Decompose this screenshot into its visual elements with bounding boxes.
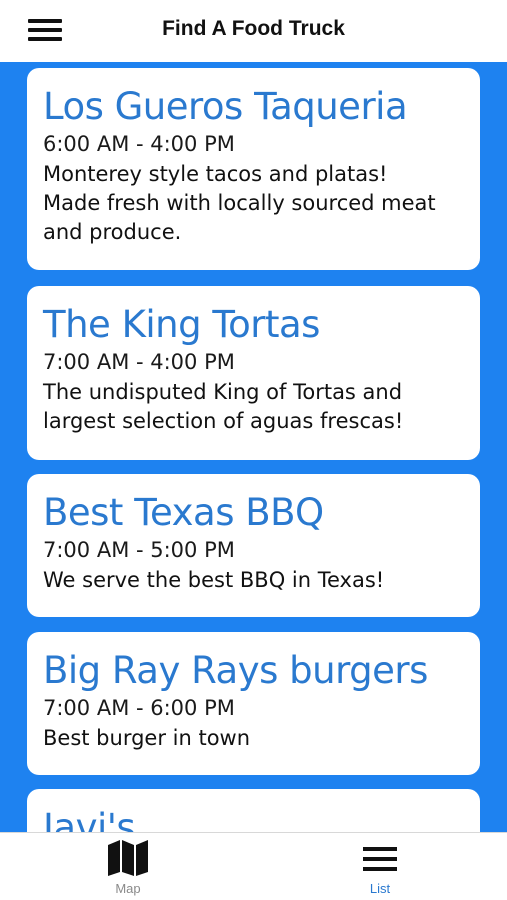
truck-hours: 7:00 AM - 5:00 PM (43, 538, 235, 562)
map-icon (108, 840, 148, 876)
truck-description: The undisputed King of Tortas and larges… (43, 378, 464, 436)
truck-description: We serve the best BBQ in Texas! (43, 566, 464, 595)
truck-card-big-ray-rays-burgers[interactable]: Big Ray Rays burgers 7:00 AM - 6:00 PM B… (27, 632, 480, 775)
list-icon (363, 847, 397, 871)
truck-name: Best Texas BBQ (43, 491, 324, 534)
page-title: Find A Food Truck (162, 17, 345, 40)
food-truck-list[interactable]: Los Gueros Taqueria 6:00 AM - 4:00 PM Mo… (0, 62, 507, 832)
truck-card-best-texas-bbq[interactable]: Best Texas BBQ 7:00 AM - 5:00 PM We serv… (27, 474, 480, 617)
tab-list[interactable]: List (320, 839, 440, 899)
tab-map[interactable]: Map (68, 839, 188, 899)
truck-hours: 6:00 AM - 4:00 PM (43, 132, 235, 156)
description-line: Made fresh with locally sourced meat (43, 191, 436, 215)
description-line: largest selection of aguas frescas! (43, 409, 404, 433)
truck-card-javis[interactable]: Javi's (27, 789, 480, 832)
truck-name: Big Ray Rays burgers (43, 649, 428, 692)
description-line: We serve the best BBQ in Texas! (43, 568, 385, 592)
description-line: Monterey style tacos and platas! (43, 162, 388, 186)
description-line: Best burger in town (43, 726, 251, 750)
truck-card-the-king-tortas[interactable]: The King Tortas 7:00 AM - 4:00 PM The un… (27, 286, 480, 460)
truck-description: Monterey style tacos and platas! Made fr… (43, 160, 464, 247)
truck-name: Los Gueros Taqueria (43, 85, 408, 128)
truck-description: Best burger in town (43, 724, 464, 753)
truck-hours: 7:00 AM - 6:00 PM (43, 696, 235, 720)
truck-name: Javi's (43, 806, 136, 833)
description-line: and produce. (43, 220, 182, 244)
app-header: Find A Food Truck (0, 0, 507, 62)
truck-name: The King Tortas (43, 303, 320, 346)
truck-card-los-gueros-taqueria[interactable]: Los Gueros Taqueria 6:00 AM - 4:00 PM Mo… (27, 68, 480, 270)
tab-label: Map (115, 881, 141, 896)
description-line: The undisputed King of Tortas and (43, 380, 403, 404)
truck-hours: 7:00 AM - 4:00 PM (43, 350, 235, 374)
bottom-tab-bar: Map List (0, 832, 507, 900)
tab-label: List (369, 881, 391, 896)
